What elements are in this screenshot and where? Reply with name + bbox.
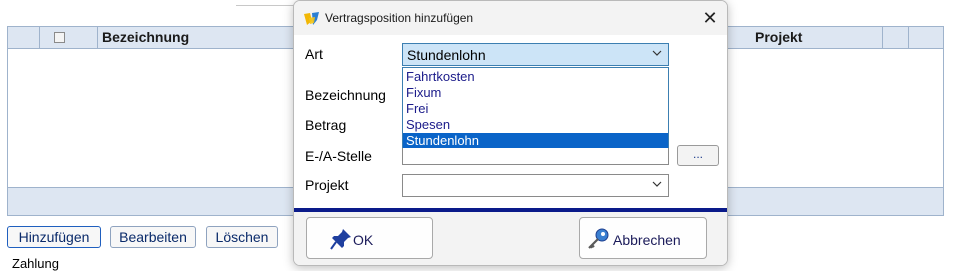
select-all-checkbox[interactable] (54, 32, 65, 43)
art-option-fahrtkosten[interactable]: Fahrtkosten (403, 69, 668, 85)
art-label: Art (305, 46, 323, 62)
cancel-button[interactable]: Abbrechen (579, 217, 707, 259)
top-field-stub (236, 0, 296, 6)
ok-button-label: OK (353, 232, 374, 248)
grid-header-checkbox-cell (40, 27, 98, 48)
art-option-frei[interactable]: Frei (403, 101, 668, 117)
app-logo-icon (304, 12, 319, 25)
ok-button[interactable]: OK (306, 217, 433, 259)
art-option-fixum[interactable]: Fixum (403, 85, 668, 101)
bezeichnung-label: Bezeichnung (305, 87, 386, 103)
betrag-label: Betrag (305, 117, 347, 133)
close-icon[interactable]: ✕ (699, 7, 721, 29)
dialog-title: Vertragsposition hinzufügen (325, 11, 474, 25)
ea-stelle-input[interactable] (402, 148, 669, 165)
art-select[interactable]: Stundenlohn (402, 43, 669, 66)
chevron-down-icon (652, 181, 662, 187)
edit-button[interactable]: Bearbeiten (110, 226, 196, 248)
dialog-titlebar: Vertragsposition hinzufügen ✕ (294, 1, 727, 35)
art-option-spesen[interactable]: Spesen (403, 117, 668, 133)
browse-button[interactable]: ... (677, 145, 719, 166)
chevron-down-icon (652, 50, 662, 56)
ea-stelle-label: E-/A-Stelle (305, 148, 372, 164)
grid-header-cell-empty (8, 27, 40, 48)
add-contract-position-dialog: Vertragsposition hinzufügen ✕ Art Stunde… (293, 0, 728, 266)
art-select-value: Stundenlohn (407, 47, 486, 63)
cancel-button-label: Abbrechen (613, 232, 681, 248)
art-option-stundenlohn[interactable]: Stundenlohn (403, 133, 668, 149)
art-dropdown-list: Fahrtkosten Fixum Frei Spesen Stundenloh… (402, 67, 669, 149)
delete-button[interactable]: Löschen (206, 226, 278, 248)
column-header-bezeichnung[interactable]: Bezeichnung (98, 27, 294, 48)
key-icon (588, 228, 609, 249)
zahlung-label: Zahlung (12, 256, 59, 271)
grid-header-cell-extra-2 (909, 27, 943, 48)
grid-header-cell-extra-1 (883, 27, 909, 48)
pushpin-icon (330, 229, 351, 250)
add-button[interactable]: Hinzufügen (7, 226, 101, 248)
projekt-select[interactable] (402, 174, 669, 197)
column-header-projekt[interactable]: Projekt (751, 27, 883, 48)
projekt-label: Projekt (305, 177, 349, 193)
